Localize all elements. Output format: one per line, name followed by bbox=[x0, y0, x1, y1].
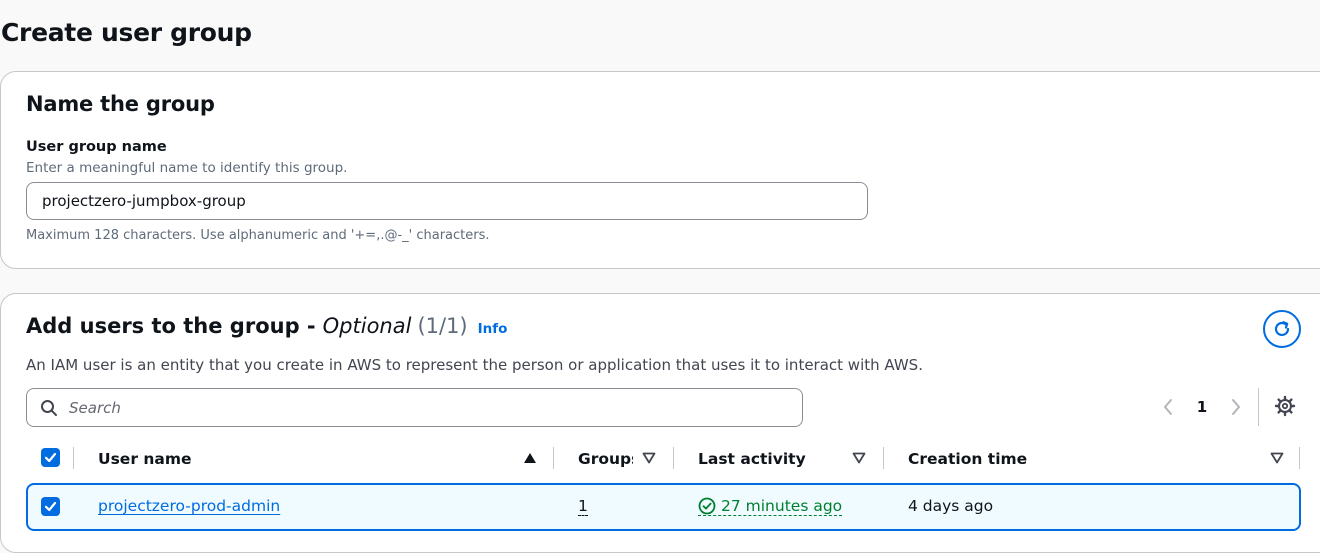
select-all-checkbox[interactable] bbox=[41, 448, 60, 467]
last-activity-status[interactable]: 27 minutes ago bbox=[698, 497, 843, 516]
chevron-left-icon bbox=[1164, 399, 1172, 415]
sort-ascending-icon[interactable] bbox=[523, 452, 537, 464]
row-checkbox[interactable] bbox=[41, 497, 60, 516]
refresh-icon bbox=[1274, 321, 1290, 337]
page-title: Create user group bbox=[1, 18, 252, 47]
pagination-divider bbox=[1258, 388, 1259, 426]
last-activity-text: 27 minutes ago bbox=[721, 497, 843, 515]
user-group-name-label: User group name bbox=[26, 139, 167, 155]
column-divider bbox=[553, 447, 554, 469]
name-group-heading: Name the group bbox=[26, 92, 215, 116]
optional-label: Optional bbox=[322, 314, 412, 338]
user-group-name-input[interactable] bbox=[26, 182, 868, 220]
column-divider bbox=[883, 447, 884, 469]
search-box bbox=[26, 388, 803, 427]
selection-count: (1/1) bbox=[417, 314, 468, 338]
add-users-heading: Add users to the group - Optional (1/1) … bbox=[26, 314, 507, 338]
column-divider bbox=[73, 447, 74, 469]
add-users-card: Add users to the group - Optional (1/1) … bbox=[0, 293, 1320, 553]
column-divider bbox=[673, 447, 674, 469]
status-success-icon bbox=[698, 497, 716, 515]
current-page-number[interactable]: 1 bbox=[1191, 394, 1213, 420]
table-preferences-button[interactable] bbox=[1273, 394, 1297, 418]
add-users-title: Add users to the group - bbox=[26, 314, 316, 338]
checkmark-icon bbox=[44, 452, 57, 463]
column-header-last-activity[interactable]: Last activity bbox=[698, 450, 806, 468]
previous-page-button[interactable] bbox=[1158, 394, 1178, 420]
info-link[interactable]: Info bbox=[478, 321, 508, 337]
sort-descending-icon[interactable] bbox=[1270, 452, 1284, 464]
user-group-name-description: Enter a meaningful name to identify this… bbox=[26, 160, 348, 176]
search-input[interactable] bbox=[69, 391, 789, 424]
column-header-creation-time[interactable]: Creation time bbox=[908, 450, 1027, 468]
next-page-button[interactable] bbox=[1226, 394, 1246, 420]
sort-descending-icon[interactable] bbox=[852, 452, 866, 464]
column-divider bbox=[1299, 447, 1300, 469]
column-header-groups[interactable]: Groups bbox=[578, 450, 633, 468]
user-group-name-constraint: Maximum 128 characters. Use alphanumeric… bbox=[26, 228, 490, 243]
checkmark-icon bbox=[44, 501, 57, 512]
refresh-button[interactable] bbox=[1263, 310, 1301, 348]
name-group-card: Name the group User group name Enter a m… bbox=[0, 71, 1320, 269]
settings-gear-icon bbox=[1274, 395, 1296, 417]
chevron-right-icon bbox=[1232, 399, 1240, 415]
creation-time: 4 days ago bbox=[908, 497, 994, 515]
column-header-user-name[interactable]: User name bbox=[98, 450, 192, 468]
user-name-link[interactable]: projectzero-prod-admin bbox=[98, 497, 280, 515]
groups-count[interactable]: 1 bbox=[578, 497, 588, 516]
sort-descending-icon[interactable] bbox=[642, 452, 656, 464]
search-icon bbox=[41, 400, 57, 416]
users-description: An IAM user is an entity that you create… bbox=[26, 356, 923, 374]
